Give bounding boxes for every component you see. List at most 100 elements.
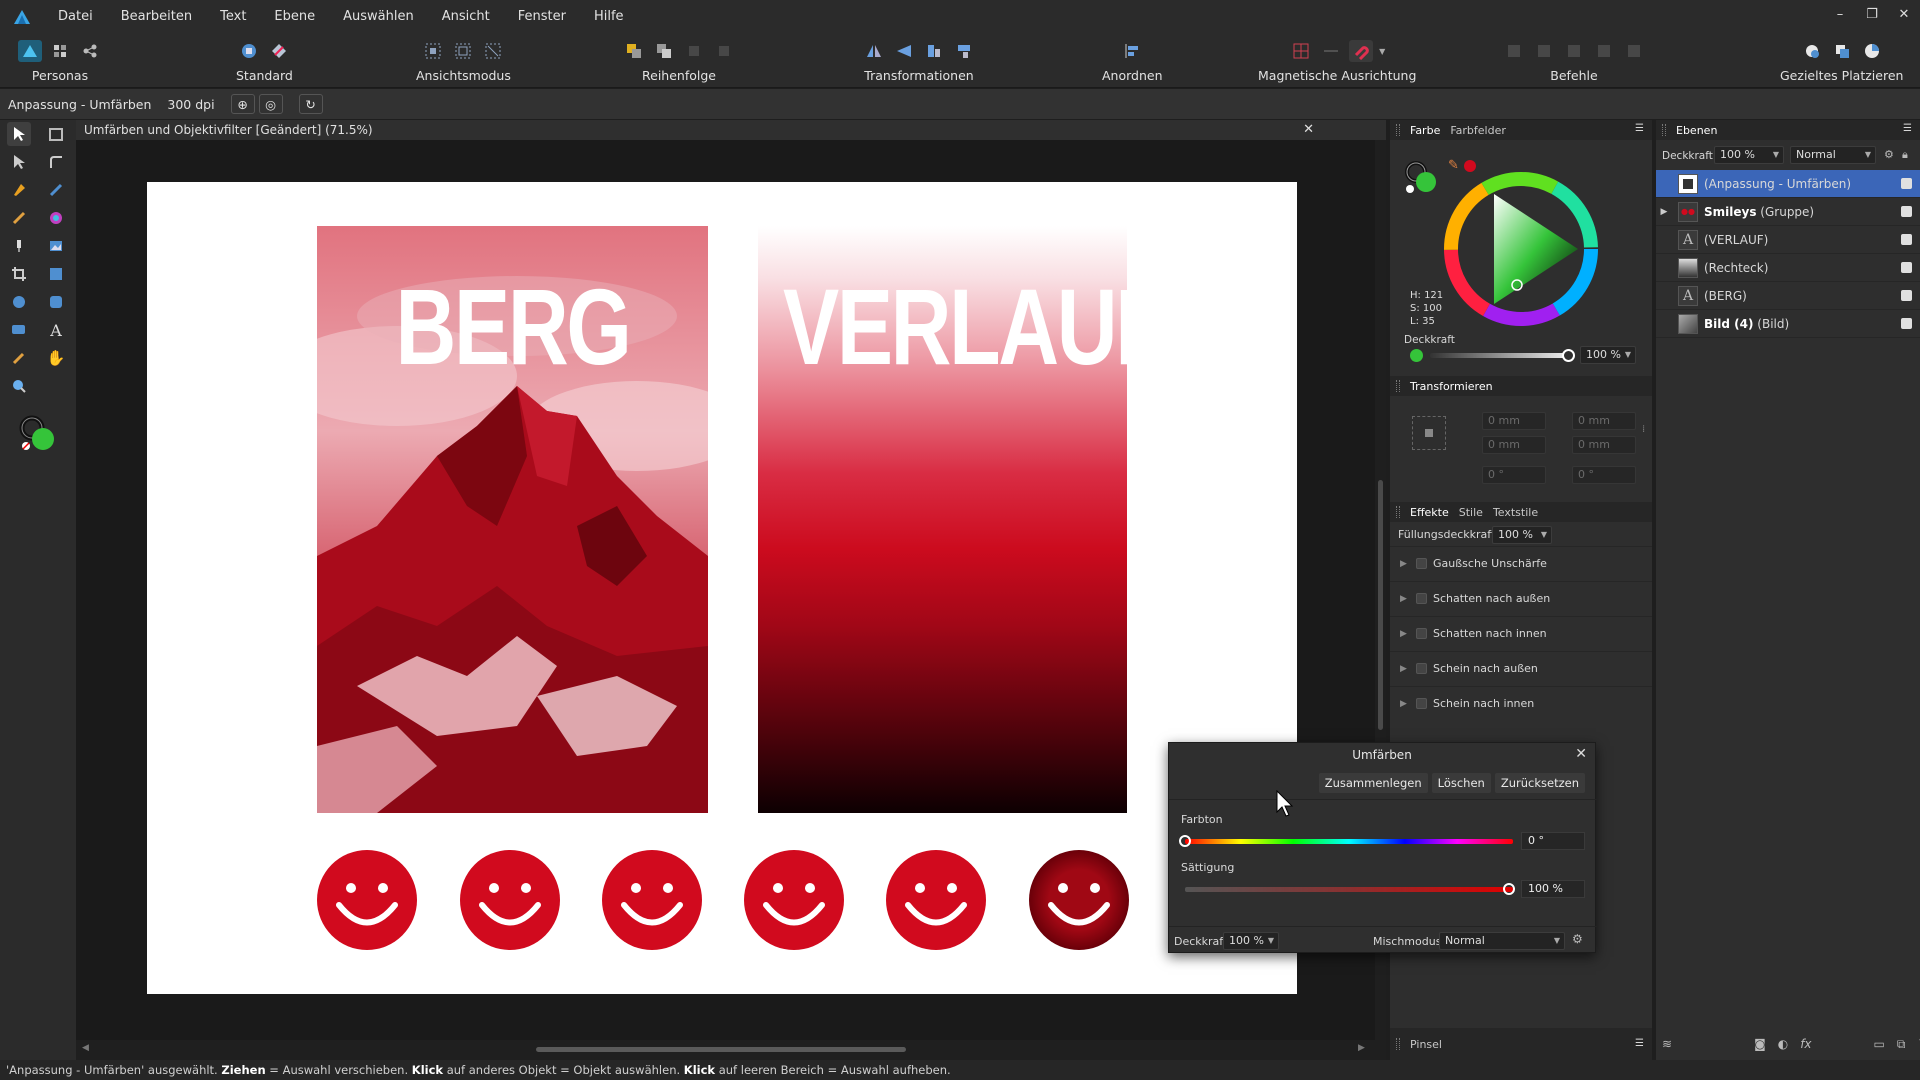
tab-ebenen[interactable]: Ebenen — [1676, 124, 1717, 137]
panel-grip-icon[interactable] — [1396, 1038, 1400, 1050]
layer-stack-icon[interactable]: ≋ — [1662, 1037, 1672, 1051]
scroll-right-icon[interactable]: ▶ — [1358, 1043, 1365, 1053]
visibility-checkbox[interactable] — [1901, 290, 1912, 301]
vertical-scroll-thumb[interactable] — [1378, 480, 1383, 730]
hue-value-field[interactable]: 0 ° — [1521, 832, 1585, 850]
menu-fenster[interactable]: Fenster — [504, 0, 580, 34]
menu-bearbeiten[interactable]: Bearbeiten — [107, 0, 206, 34]
brush-tool-icon[interactable] — [7, 206, 31, 230]
menu-hilfe[interactable]: Hilfe — [580, 0, 638, 34]
export-persona-icon[interactable] — [78, 40, 102, 62]
text-tool-icon[interactable]: A — [44, 318, 68, 342]
lock-aspect-icon[interactable]: ⁞ — [1642, 424, 1645, 435]
tab-effekte[interactable]: Effekte — [1410, 506, 1449, 519]
minimize-button[interactable]: – — [1824, 0, 1856, 34]
boolean-subtract-icon[interactable] — [1532, 40, 1556, 62]
expand-group-icon[interactable]: ▶ — [1656, 207, 1672, 217]
layer-row-berg[interactable]: A (BERG) — [1656, 282, 1920, 310]
move-icon[interactable]: ⊕ — [230, 94, 255, 114]
visibility-checkbox[interactable] — [1901, 318, 1912, 329]
mask-icon[interactable]: ◙ — [1754, 1037, 1766, 1051]
recolor-dialog-title[interactable]: Umfärben — [1169, 743, 1595, 767]
close-window-button[interactable]: ✕ — [1888, 0, 1920, 34]
send-backward-icon[interactable] — [682, 40, 706, 62]
panel-grip-icon[interactable] — [1396, 380, 1400, 392]
place-front-icon[interactable] — [1830, 40, 1854, 62]
layer-row-smileys[interactable]: ▶ ●● Smileys (Gruppe) — [1656, 198, 1920, 226]
opacity-slider-knob[interactable] — [1562, 349, 1575, 362]
scroll-left-icon[interactable]: ◀ — [82, 1043, 89, 1053]
duplicate-layer-icon[interactable]: ⧉ — [1897, 1037, 1906, 1052]
layer-opacity-field[interactable]: 100 % ▼ — [1714, 146, 1784, 164]
merge-button[interactable]: Zusammenlegen — [1318, 773, 1428, 793]
hand-tool-icon[interactable]: ✋ — [44, 346, 68, 370]
x-position-field[interactable]: 0 mm — [1482, 412, 1546, 430]
opacity-value-field[interactable]: 100 % ▼ — [1580, 346, 1636, 364]
assistant-icon[interactable] — [237, 40, 261, 62]
horizontal-scrollbar[interactable]: ◀ ▶ — [76, 1040, 1386, 1060]
tab-textstile[interactable]: Textstile — [1493, 506, 1538, 519]
hsl-color-wheel[interactable] — [1442, 170, 1600, 328]
expand-chevron-icon[interactable]: ▶ — [1400, 664, 1410, 674]
effect-checkbox[interactable] — [1416, 558, 1427, 569]
effect-inner-glow[interactable]: ▶ Schein nach innen — [1390, 686, 1652, 720]
fill-stroke-swatch-small-icon[interactable] — [1404, 160, 1440, 196]
horizontal-scroll-thumb[interactable] — [536, 1047, 906, 1052]
height-field[interactable]: 0 mm — [1572, 436, 1636, 454]
menu-datei[interactable]: Datei — [44, 0, 107, 34]
artboard-tool-icon[interactable] — [44, 122, 68, 146]
menu-ansicht[interactable]: Ansicht — [428, 0, 504, 34]
rectangle-tool-icon[interactable] — [7, 318, 31, 342]
effect-checkbox[interactable] — [1416, 698, 1427, 709]
flip-vertical-icon[interactable] — [892, 40, 916, 62]
bring-to-front-icon[interactable] — [622, 40, 646, 62]
grid-snap-icon[interactable] — [1289, 40, 1313, 62]
eye-icon[interactable]: ◎ — [258, 94, 283, 114]
expand-chevron-icon[interactable]: ▶ — [1400, 559, 1410, 569]
reset-button[interactable]: Zurücksetzen — [1494, 773, 1585, 793]
effect-gaussian-blur[interactable]: ▶ Gaußsche Unschärfe — [1390, 546, 1652, 580]
send-to-back-icon[interactable] — [712, 40, 736, 62]
fill-stroke-swatch-icon[interactable] — [18, 414, 58, 454]
color-picker-tool-icon[interactable] — [7, 346, 31, 370]
smiley-2[interactable] — [460, 850, 560, 950]
place-inside-icon[interactable] — [1860, 40, 1884, 62]
menu-auswaehlen[interactable]: Auswählen — [329, 0, 428, 34]
document-tab[interactable]: Umfärben und Objektivfilter [Geändert] (… — [76, 120, 1386, 140]
panel-menu-icon[interactable]: ☰ — [1635, 1038, 1644, 1049]
layer-row-rechteck[interactable]: (Rechteck) — [1656, 254, 1920, 282]
rotate-left-icon[interactable] — [922, 40, 946, 62]
boolean-add-icon[interactable] — [1502, 40, 1526, 62]
layer-row-verlauf[interactable]: A (VERLAUF) — [1656, 226, 1920, 254]
panel-menu-icon[interactable]: ☰ — [1903, 123, 1912, 134]
view-grid-icon[interactable] — [421, 40, 445, 62]
visibility-checkbox[interactable] — [1901, 262, 1912, 273]
smiley-6[interactable] — [1029, 850, 1129, 950]
vector-crop-tool-icon[interactable] — [44, 262, 68, 286]
magnet-dropdown-icon[interactable]: ▼ — [1379, 47, 1385, 56]
artboard-canvas[interactable]: BERG VERLAUF — [147, 182, 1297, 994]
fill-opacity-field[interactable]: 100 % ▼ — [1492, 526, 1552, 544]
tab-farbfelder[interactable]: Farbfelder — [1450, 124, 1506, 137]
rounded-rect-tool-icon[interactable] — [44, 290, 68, 314]
visibility-checkbox[interactable] — [1901, 206, 1912, 217]
tab-stile[interactable]: Stile — [1459, 506, 1483, 519]
berg-image[interactable]: BERG — [317, 226, 708, 813]
fill-tool-icon[interactable] — [44, 206, 68, 230]
shear-field[interactable]: 0 ° — [1572, 466, 1636, 484]
effect-outer-shadow[interactable]: ▶ Schatten nach außen — [1390, 581, 1652, 615]
crop-tool-icon[interactable] — [7, 262, 31, 286]
bring-forward-icon[interactable] — [652, 40, 676, 62]
adjustment-icon[interactable]: ◐ — [1778, 1037, 1788, 1051]
close-document-icon[interactable]: ✕ — [1303, 120, 1314, 140]
menu-ebene[interactable]: Ebene — [260, 0, 329, 34]
effect-inner-shadow[interactable]: ▶ Schatten nach innen — [1390, 616, 1652, 650]
menu-text[interactable]: Text — [206, 0, 260, 34]
place-image-tool-icon[interactable] — [44, 234, 68, 258]
berg-heading[interactable]: BERG — [360, 264, 665, 389]
pen-tool-icon[interactable] — [7, 178, 31, 202]
maximize-button[interactable]: ❐ — [1856, 0, 1888, 34]
designer-persona-icon[interactable] — [18, 40, 42, 62]
node-tool-icon[interactable] — [7, 150, 31, 174]
expand-chevron-icon[interactable]: ▶ — [1400, 699, 1410, 709]
